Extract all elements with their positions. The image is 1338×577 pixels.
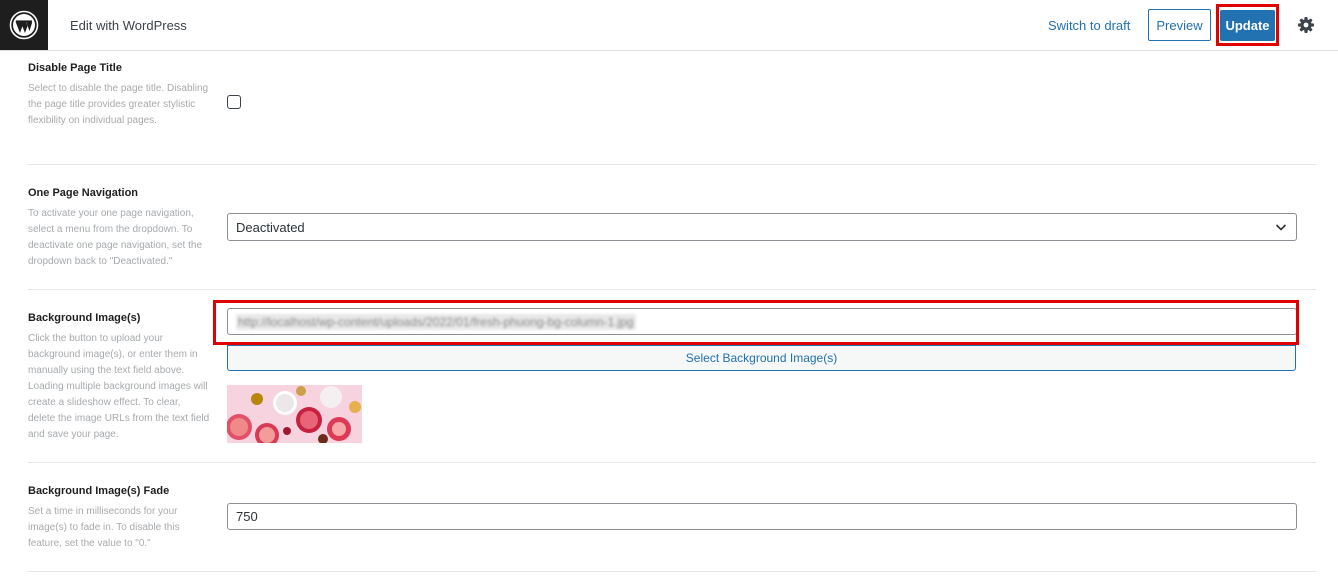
setting-background-image-fade: Background Image(s) Fade Set a time in m… bbox=[28, 463, 1316, 572]
setting-description: Select to disable the page title. Disabl… bbox=[28, 83, 209, 126]
setting-disable-page-title: Disable Page Title Select to disable the… bbox=[28, 51, 1316, 165]
setting-label: Background Image(s) Fade bbox=[28, 485, 170, 497]
preview-button[interactable]: Preview bbox=[1148, 9, 1211, 41]
app-title: Edit with WordPress bbox=[70, 18, 187, 33]
one-page-navigation-select[interactable]: Deactivated bbox=[227, 213, 1297, 241]
gear-icon[interactable] bbox=[1296, 15, 1316, 35]
select-value: Deactivated bbox=[236, 219, 305, 235]
setting-one-page-navigation: One Page Navigation To activate your one… bbox=[28, 165, 1316, 290]
switch-to-draft-link[interactable]: Switch to draft bbox=[1048, 18, 1130, 33]
setting-label: Background Image(s) bbox=[28, 312, 141, 324]
setting-description: Click the button to upload your backgrou… bbox=[28, 333, 210, 440]
setting-label: One Page Navigation bbox=[28, 187, 139, 199]
setting-description: To activate your one page navigation, se… bbox=[28, 208, 203, 267]
editor-header: Edit with WordPress Switch to draft Prev… bbox=[0, 0, 1338, 51]
background-image-thumbnail bbox=[227, 385, 362, 443]
background-fade-input[interactable]: 750 bbox=[227, 503, 1297, 530]
select-background-image-button[interactable]: Select Background Image(s) bbox=[227, 345, 1296, 371]
setting-background-images: Background Image(s) Click the button to … bbox=[28, 290, 1316, 463]
background-image-url-input[interactable]: http://localhost/wp-content/uploads/2022… bbox=[227, 308, 1297, 335]
setting-description: Set a time in milliseconds for your imag… bbox=[28, 506, 180, 549]
chevron-down-icon bbox=[1274, 220, 1288, 234]
setting-label: Disable Page Title bbox=[28, 62, 122, 74]
update-button[interactable]: Update bbox=[1220, 10, 1275, 41]
wordpress-logo-icon[interactable] bbox=[0, 0, 48, 50]
background-image-url-value: http://localhost/wp-content/uploads/2022… bbox=[236, 313, 636, 330]
background-fade-value: 750 bbox=[236, 509, 258, 524]
disable-page-title-checkbox[interactable] bbox=[227, 95, 241, 109]
